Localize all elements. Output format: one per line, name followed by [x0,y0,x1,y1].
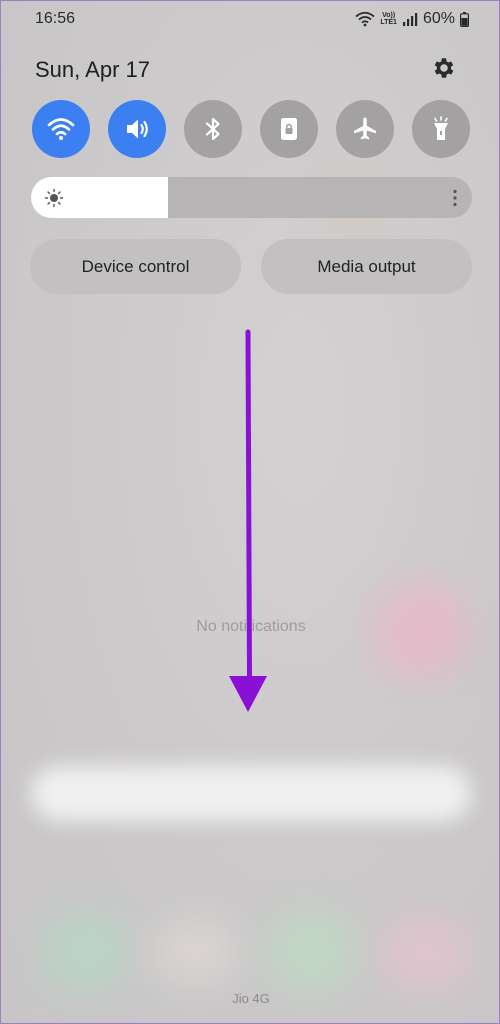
quick-toggles [32,100,472,158]
brightness-icon [44,188,64,208]
media-output-button[interactable]: Media output [261,239,472,294]
bluetooth-icon [205,117,220,141]
status-time: 16:56 [35,10,76,27]
battery-percent: 60% [422,10,455,27]
date-label: Sun, Apr 17 [35,57,150,82]
bluetooth-toggle[interactable] [184,100,242,158]
carrier-label: Jio 4G [232,991,270,1006]
gear-icon[interactable] [431,55,457,81]
brightness-slider[interactable] [31,177,472,218]
airplane-toggle[interactable] [336,100,394,158]
flashlight-icon [434,116,448,140]
background-app-icon [41,911,131,991]
flashlight-toggle[interactable] [412,100,470,158]
background-app-icon [266,911,356,991]
status-icons: Vo)) LTE1 60% [355,10,469,28]
wifi-toggle[interactable] [32,100,90,158]
background-app-icon [151,916,241,986]
speaker-icon [127,119,148,139]
sound-toggle[interactable] [108,100,166,158]
battery-icon [460,11,469,27]
swipe-down-arrow [229,329,267,712]
status-bar: 16:56 Vo)) LTE1 60% [35,9,469,29]
volte-label: Vo)) [382,12,396,19]
wifi-icon [47,118,75,140]
cell-signal-icon [402,13,418,26]
notification-shade: 16:56 Vo)) LTE1 60% Sun, Apr 17 Device c… [0,0,500,1024]
volte-indicator: Vo)) LTE1 [380,12,397,26]
background-app-icon [381,916,471,991]
airplane-icon [354,117,376,140]
wifi-signal-icon [355,11,375,27]
background-search-bar [31,766,471,821]
more-options-icon[interactable] [453,189,457,207]
device-control-button[interactable]: Device control [30,239,241,294]
lock-screen-icon [281,118,297,140]
screen-lock-toggle[interactable] [260,100,318,158]
lte-label: LTE1 [380,19,397,26]
